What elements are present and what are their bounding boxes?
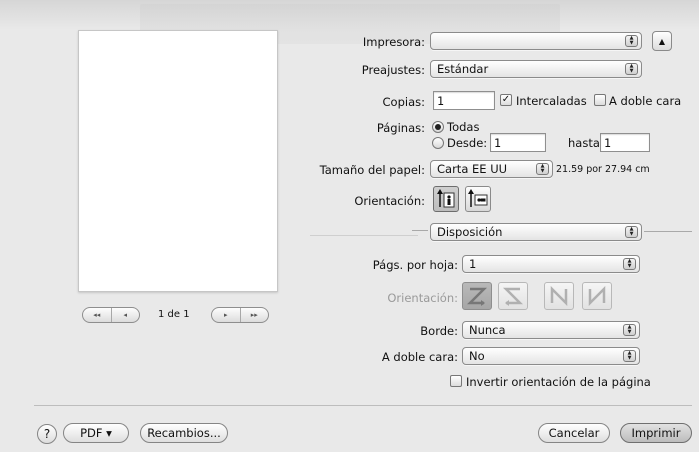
cancel-button[interactable]: Cancelar (538, 423, 610, 443)
copies-field[interactable]: 1 (433, 91, 495, 110)
layout-z-icon (467, 287, 487, 306)
pages-all-label: Todas (447, 120, 480, 134)
footer-divider (34, 405, 692, 406)
presets-value: Estándar (437, 62, 489, 76)
page-preview (78, 30, 278, 292)
portrait-icon (437, 189, 455, 208)
pages-label: Páginas: (376, 121, 425, 135)
two-sided-label: A doble cara: (381, 350, 458, 364)
collated-checkbox[interactable]: ✓ (500, 94, 512, 106)
page-indicator: 1 de 1 (158, 309, 190, 320)
pages-to-field[interactable]: 1 (600, 133, 650, 152)
border-value: Nunca (469, 323, 506, 337)
presets-label: Preajustes: (361, 63, 425, 77)
layout-s-icon (503, 287, 523, 306)
pdf-button[interactable]: PDF ▾ (63, 423, 129, 443)
help-button[interactable]: ? (37, 424, 57, 444)
reverse-orientation-label: Invertir orientación de la página (466, 375, 651, 389)
orientation-landscape-button[interactable] (465, 186, 491, 212)
copies-label: Copias: (382, 95, 425, 109)
last-page-button[interactable]: ▸▸ (241, 308, 269, 322)
orientation-portrait-button[interactable] (433, 186, 459, 212)
two-sided-value: No (469, 349, 485, 363)
checkmark-icon: ✓ (501, 94, 511, 105)
layout-n-icon (588, 286, 606, 306)
popup-arrows-icon: ▲ ▼ (625, 35, 638, 47)
layout-direction-n-reversed-button[interactable] (544, 282, 574, 310)
supplies-button[interactable]: Recambios... (140, 423, 228, 443)
printer-popup[interactable]: ▲ ▼ (430, 32, 642, 50)
pages-from-label: Desde: (447, 136, 488, 150)
layout-direction-n-button[interactable] (582, 282, 612, 310)
section-divider-right (644, 231, 692, 232)
popup-arrows-icon: ▲ ▼ (623, 324, 636, 336)
popup-arrows-icon: ▲ ▼ (623, 350, 636, 362)
section-divider-left (412, 230, 428, 231)
popup-arrows-icon: ▲ ▼ (536, 163, 549, 175)
paper-size-value: Carta EE UU (437, 162, 508, 176)
first-page-button[interactable]: ◂◂ (83, 308, 112, 322)
popup-arrows-icon: ▲ ▼ (625, 226, 638, 238)
printer-label: Impresora: (362, 35, 425, 49)
preview-forward-buttons: ▸ ▸▸ (211, 307, 269, 323)
pages-per-sheet-popup[interactable]: 1 ▲ ▼ (462, 255, 640, 273)
pages-to-label: hasta: (568, 136, 604, 150)
triangle-up-icon: ▲ (658, 36, 666, 46)
popup-arrows-icon: ▲ ▼ (625, 63, 638, 75)
border-popup[interactable]: Nunca ▲ ▼ (462, 321, 640, 339)
popup-arrows-icon: ▲ ▼ (623, 258, 636, 270)
reverse-orientation-checkbox[interactable] (450, 375, 462, 387)
layout-direction-label: Orientación: (387, 291, 458, 305)
pages-range-radio[interactable] (432, 137, 444, 149)
section-value: Disposición (437, 225, 503, 239)
section-popup[interactable]: Disposición ▲ ▼ (430, 223, 642, 241)
presets-popup[interactable]: Estándar ▲ ▼ (430, 60, 642, 78)
previous-page-button[interactable]: ◂ (112, 308, 140, 322)
print-button[interactable]: Imprimir (620, 423, 692, 443)
border-label: Borde: (420, 324, 458, 338)
preview-back-buttons: ◂◂ ◂ (82, 307, 140, 323)
next-page-button[interactable]: ▸ (212, 308, 241, 322)
layout-direction-z-button[interactable] (462, 282, 492, 310)
two-sided-popup[interactable]: No ▲ ▼ (462, 347, 640, 365)
pages-all-radio[interactable] (432, 121, 444, 133)
landscape-icon (468, 189, 488, 207)
radio-dot-icon (435, 124, 441, 130)
disclosure-button[interactable]: ▲ (652, 31, 672, 51)
layout-n-reversed-icon (550, 286, 568, 306)
layout-direction-s-button[interactable] (498, 282, 528, 310)
duplex-checkbox[interactable] (594, 94, 606, 106)
pages-per-sheet-label: Págs. por hoja: (372, 258, 458, 272)
collated-label: Intercaladas (516, 94, 587, 108)
help-icon: ? (43, 427, 51, 441)
paper-size-label: Tamaño del papel: (319, 163, 425, 177)
pages-per-sheet-value: 1 (469, 257, 477, 271)
paper-dimensions: 21.59 por 27.94 cm (556, 164, 650, 175)
duplex-label: A doble cara (609, 94, 682, 108)
section-divider-left-light (310, 235, 418, 236)
orientation-label: Orientación: (354, 194, 425, 208)
pages-from-field[interactable]: 1 (490, 133, 546, 152)
paper-size-popup[interactable]: Carta EE UU ▲ ▼ (430, 160, 553, 178)
